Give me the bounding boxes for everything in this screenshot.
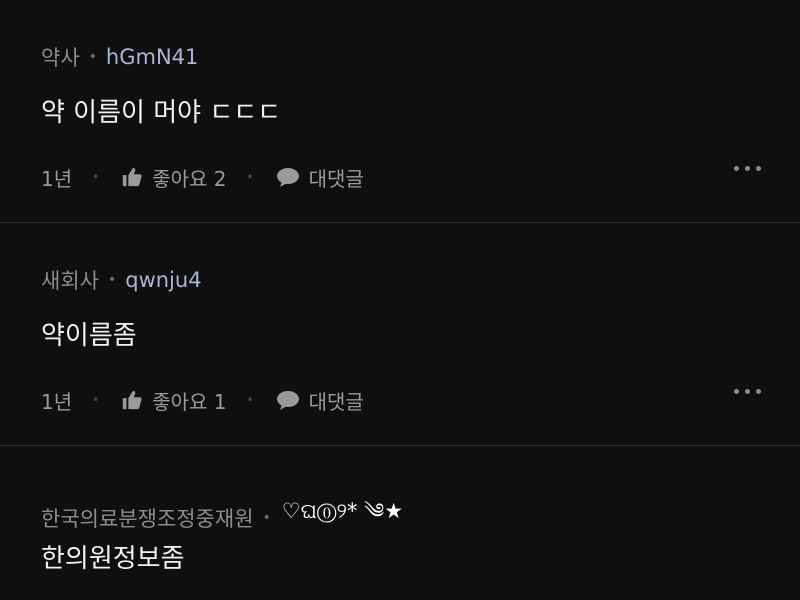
comment-actions: 1년 • 좋아요 2 • 대댓글 bbox=[41, 162, 761, 192]
comment-text: 약이름좀 bbox=[41, 321, 137, 351]
comment-meta: 약사 • hGmN41 bbox=[41, 42, 198, 72]
comment-text: 약 이름이 머야 ㄷㄷㄷ bbox=[41, 98, 282, 128]
more-dots-icon bbox=[734, 389, 739, 394]
comment-actions: 1년 • 좋아요 1 • 대댓글 bbox=[41, 385, 761, 415]
like-label: 좋아요 2 bbox=[152, 166, 227, 191]
comment-meta: 새회사 • qwnju4 bbox=[41, 265, 202, 295]
reply-button[interactable]: 대댓글 bbox=[276, 386, 364, 415]
comment-item: 약사 • hGmN41 약 이름이 머야 ㄷㄷㄷ 1년 • 좋아요 2 • 대댓… bbox=[0, 0, 800, 222]
thumbs-up-icon bbox=[123, 167, 142, 187]
author-affiliation[interactable]: 한국의료분쟁조정중재원 bbox=[41, 503, 254, 533]
reply-label: 대댓글 bbox=[308, 389, 364, 414]
comment-time: 1년 bbox=[41, 166, 73, 191]
reply-button[interactable]: 대댓글 bbox=[276, 163, 364, 192]
like-button[interactable]: 좋아요 1 bbox=[121, 386, 227, 415]
comment-item: 한국의료분쟁조정중재원 • ♡ଘ⓪୨* ༄★ 한의원정보좀 bbox=[0, 446, 800, 600]
separator-dot: • bbox=[88, 49, 97, 65]
author-affiliation[interactable]: 약사 bbox=[41, 42, 80, 72]
separator-dot: • bbox=[262, 509, 271, 526]
comment-text: 한의원정보좀 bbox=[41, 544, 185, 574]
more-options-button[interactable] bbox=[734, 166, 761, 171]
reply-label: 대댓글 bbox=[308, 166, 364, 191]
author-nickname[interactable]: hGmN41 bbox=[106, 45, 198, 69]
author-nickname-decoration[interactable]: ♡ଘ⓪୨* ༄★ bbox=[282, 488, 403, 547]
speech-bubble-icon bbox=[276, 391, 299, 410]
separator-dot: • bbox=[92, 170, 100, 184]
like-button[interactable]: 좋아요 2 bbox=[121, 163, 227, 192]
separator-dot: • bbox=[92, 393, 100, 407]
more-options-button[interactable] bbox=[734, 389, 761, 394]
separator-dot: • bbox=[246, 170, 254, 184]
like-label: 좋아요 1 bbox=[152, 389, 227, 414]
separator-dot: • bbox=[246, 393, 254, 407]
author-nickname[interactable]: qwnju4 bbox=[125, 268, 201, 292]
separator-dot: • bbox=[107, 272, 117, 288]
comment-item: 새회사 • qwnju4 약이름좀 1년 • 좋아요 1 • 대댓글 bbox=[0, 223, 800, 445]
comment-time: 1년 bbox=[41, 389, 73, 414]
thumbs-up-icon bbox=[123, 390, 142, 410]
speech-bubble-icon bbox=[276, 168, 299, 187]
more-dots-icon bbox=[734, 166, 739, 171]
author-affiliation[interactable]: 새회사 bbox=[41, 265, 99, 295]
